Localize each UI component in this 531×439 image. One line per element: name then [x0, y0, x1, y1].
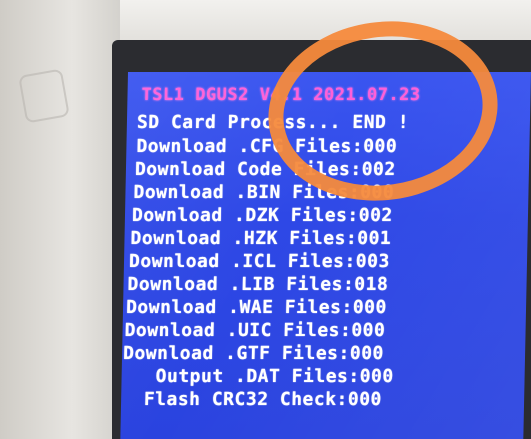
log-line: Output .DAT Files:000	[121, 366, 394, 387]
log-line: Download .WAE Files:000	[125, 297, 388, 318]
log-line: Download .LIB Files:018	[127, 274, 389, 295]
log-line: Download .HZK Files:001	[130, 228, 392, 249]
device-corner-mark	[18, 68, 70, 124]
log-line: Download .DZK Files:002	[131, 205, 393, 226]
log-line: Flash CRC32 Check:000	[120, 389, 383, 410]
log-line: Download .ICL Files:003	[128, 251, 391, 272]
log-line: Download .UIC Files:000	[124, 320, 386, 341]
device-bezel-left	[0, 0, 120, 439]
log-line: Download .GTF Files:000	[122, 343, 385, 364]
